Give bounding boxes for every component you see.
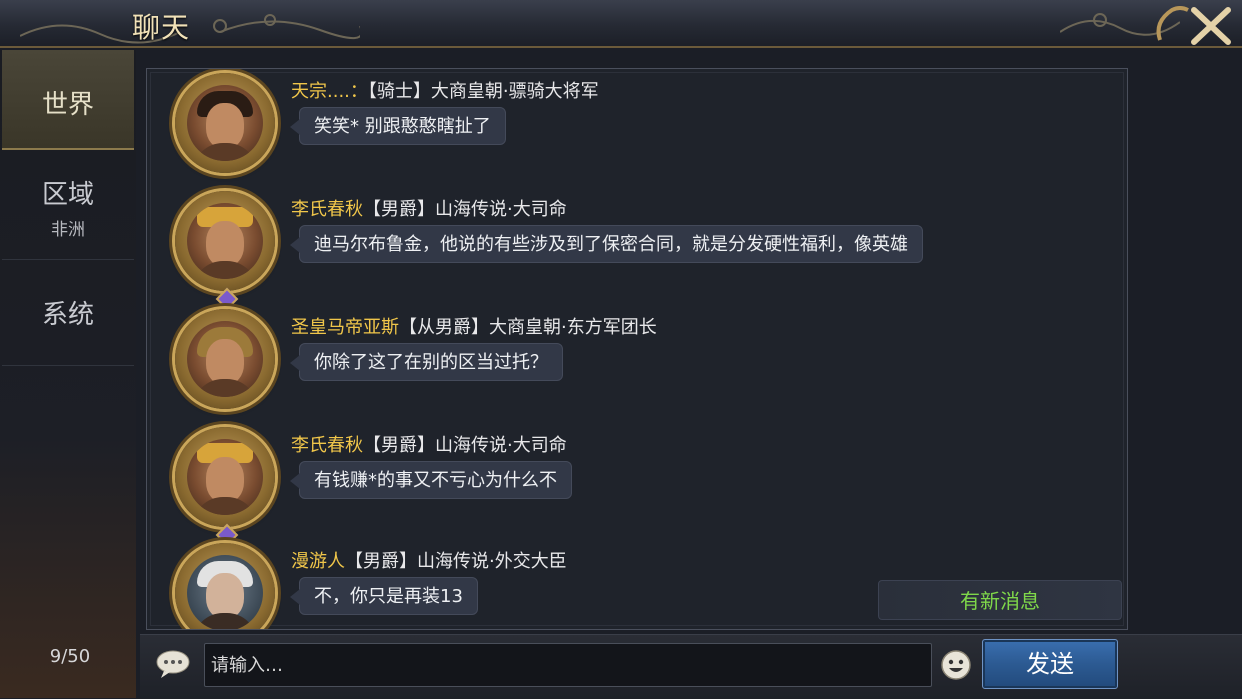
avatar[interactable]: [175, 73, 275, 173]
sender-name[interactable]: 李氏春秋: [291, 435, 363, 456]
chat-bubble-icon[interactable]: [156, 649, 190, 679]
message-counter: 9/50: [49, 646, 91, 667]
new-message-indicator[interactable]: 有新消息: [878, 580, 1122, 620]
tab-system-label: 系统: [41, 300, 94, 330]
message-header: 李氏春秋【男爵】山海传说·大司命: [291, 195, 567, 221]
message-bubble: 有钱赚*的事又不亏心为什么不: [290, 461, 572, 499]
sender-title: 【骑士】大商皇朝·骠骑大将军: [367, 81, 599, 102]
channel-sidebar: 世界 区域 非洲 系统: [0, 50, 136, 698]
message-header: 李氏春秋【男爵】山海传说·大司命: [291, 431, 567, 457]
avatar[interactable]: [175, 543, 275, 629]
sender-title: 【从男爵】大商皇朝·东方军团长: [399, 317, 657, 338]
tab-world-label: 世界: [41, 90, 94, 120]
header-bar: 聊天: [0, 0, 1242, 48]
message-bubble: 不，你只是再装13: [290, 577, 478, 615]
chat-message: 圣皇马帝亚斯【从男爵】大商皇朝·东方军团长 你除了这了在别的区当过托？: [147, 305, 1127, 417]
message-header: 天宗....：【骑士】大商皇朝·骠骑大将军: [291, 77, 599, 103]
message-header: 漫游人【男爵】山海传说·外交大臣: [291, 547, 567, 573]
chat-message: 天宗....：【骑士】大商皇朝·骠骑大将军 笑笑* 别跟憨憨瞎扯了: [147, 69, 1127, 181]
message-bubble: 笑笑* 别跟憨憨瞎扯了: [290, 107, 506, 145]
avatar[interactable]: [175, 309, 275, 409]
sender-name[interactable]: 圣皇马帝亚斯: [291, 317, 399, 338]
sender-name[interactable]: 李氏春秋: [291, 199, 363, 220]
tab-system[interactable]: 系统: [2, 262, 134, 366]
avatar[interactable]: [175, 191, 275, 291]
sender-name[interactable]: 漫游人: [291, 551, 345, 572]
chat-input[interactable]: [204, 643, 932, 687]
send-button[interactable]: 发送: [982, 639, 1118, 689]
tab-world[interactable]: 世界: [2, 50, 134, 150]
chat-input-bar: 发送: [140, 634, 1242, 699]
close-button[interactable]: [1150, 0, 1240, 48]
sender-title: 【男爵】山海传说·外交大臣: [345, 551, 567, 572]
window-title: 聊天: [132, 11, 191, 44]
message-bubble: 迪马尔布鲁金，他说的有些涉及到了保密合同，就是分发硬性福利，像英雄: [290, 225, 923, 263]
tab-region-label: 区域: [41, 180, 94, 210]
close-icon: [1156, 6, 1231, 45]
sender-title: 【男爵】山海传说·大司命: [363, 435, 567, 456]
chat-message: 李氏春秋【男爵】山海传说·大司命 迪马尔布鲁金，他说的有些涉及到了保密合同，就是…: [147, 187, 1127, 299]
tab-region[interactable]: 区域 非洲: [2, 154, 134, 260]
avatar[interactable]: [175, 427, 275, 527]
emoji-icon[interactable]: [940, 649, 972, 681]
chat-message: 李氏春秋【男爵】山海传说·大司命 有钱赚*的事又不亏心为什么不: [147, 423, 1127, 535]
sender-name[interactable]: 天宗....：: [291, 81, 368, 102]
message-header: 圣皇马帝亚斯【从男爵】大商皇朝·东方军团长: [291, 313, 657, 339]
sender-title: 【男爵】山海传说·大司命: [363, 199, 567, 220]
message-bubble: 你除了这了在别的区当过托？: [290, 343, 563, 381]
tab-region-sub: 非洲: [51, 220, 85, 240]
chat-message-list[interactable]: 天宗....：【骑士】大商皇朝·骠骑大将军 笑笑* 别跟憨憨瞎扯了 李氏春秋【男…: [146, 68, 1128, 630]
